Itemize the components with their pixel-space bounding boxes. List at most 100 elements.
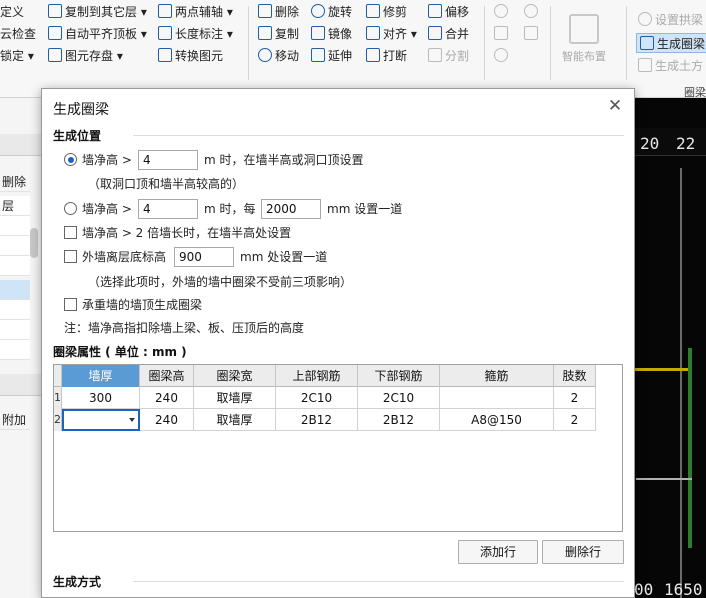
ribbon-two-point-axis[interactable]: 两点辅轴 ▾ [158,2,233,22]
wall-height-input-1[interactable] [138,150,198,170]
ribbon-generate-ring-beam[interactable]: 生成圈梁 [636,33,706,53]
grid-col-bottom-rebar[interactable]: 下部钢筋 [358,365,440,387]
ribbon-mirror[interactable]: 镜像 [311,24,352,44]
grid-col-beam-width[interactable]: 圈梁宽 [194,365,276,387]
grid-cell[interactable]: 2 [554,387,596,409]
ribbon-smart-layout[interactable]: 智能布置 [560,14,608,64]
ribbon-break[interactable]: 打断 [366,46,407,66]
merge-icon [428,26,442,40]
interval-input[interactable] [261,199,321,219]
delete-row-button[interactable]: 删除行 [542,540,624,564]
checkbox-bearing-wall-top-label: 承重墙的墙顶生成圈梁 [82,298,203,312]
ribbon-set-arch-beam[interactable]: 设置拱梁 [638,10,703,30]
copy-icon [258,26,272,40]
left-panel: 删除 层 附加 [0,98,44,598]
list-item[interactable]: 层 [0,196,30,216]
table-row[interactable]: 1 300 240 取墙厚 2C10 2C10 2 [54,387,596,409]
radio-button[interactable] [64,202,77,215]
ribbon-rotate[interactable]: 旋转 [311,2,352,22]
grid-cell[interactable]: 240 [140,409,194,431]
dimension-icon [158,26,172,40]
ribbon-extend[interactable]: 延伸 [311,46,352,66]
ribbon-trim-label: 修剪 [383,5,408,19]
cad-canvas[interactable]: 20 22 00 1650 [632,98,706,598]
ribbon-two-point-axis-label: 两点辅轴 [175,5,224,19]
grid-col-beam-height[interactable]: 圈梁高 [140,365,194,387]
list-item-label: 层 [2,199,15,213]
list-item[interactable] [0,256,30,276]
ribbon-merge[interactable]: 合并 [428,24,469,44]
radio-button[interactable] [64,153,77,166]
convert-icon [158,48,172,62]
checkbox[interactable] [64,250,77,263]
list-item[interactable] [0,320,30,340]
ribbon-group-label: 圈梁 [684,86,706,98]
ribbon-split[interactable]: 分割 [428,46,469,66]
row-number: 1 [54,387,62,409]
ribbon-draw-arc[interactable] [494,46,511,66]
left-panel-add[interactable]: 附加 [0,410,30,430]
option1-note: （取洞口顶和墙半高较高的） [88,177,245,191]
grid-col-wall-thickness[interactable]: 墙厚 [62,365,140,387]
ribbon-trim[interactable]: 修剪 [366,2,407,22]
ribbon-length-dim[interactable]: 长度标注 ▾ [158,24,233,44]
ribbon-lock[interactable]: 锁定 ▾ [0,46,34,66]
ribbon-generate-earth[interactable]: 生成土方 [638,56,703,76]
elevation-input[interactable] [174,247,234,267]
grid-cell[interactable]: 2B12 [358,409,440,431]
grid-cell[interactable]: 取墙厚 [194,387,276,409]
radio-wall-height-interval[interactable]: 墙净高 > [64,199,132,219]
list-item[interactable] [0,216,30,236]
ribbon-move[interactable]: 移动 [258,46,299,66]
grid-cell[interactable]: 2C10 [276,387,358,409]
checkbox[interactable] [64,226,77,239]
chevron-down-icon[interactable] [129,418,135,422]
wall-thickness-dropdown[interactable] [62,409,140,431]
wall-height-input-2[interactable] [138,199,198,219]
ribbon-save-element[interactable]: 图元存盘 ▾ [48,46,123,66]
ribbon-draw-point[interactable] [494,2,511,22]
checkbox[interactable] [64,298,77,311]
ribbon-copy-to-layer[interactable]: 复制到其它层 ▾ [48,2,147,22]
ribbon-align[interactable]: 对齐 ▾ [366,24,417,44]
grid-cell[interactable]: 2C10 [358,387,440,409]
grid-cell[interactable]: 300 [62,387,140,409]
grid-cell[interactable]: 取墙厚 [194,409,276,431]
table-row[interactable]: 2 240 取墙厚 2B12 2B12 A8@150 2 [54,409,596,431]
ribbon-convert[interactable]: 转换图元 [158,46,223,66]
ribbon-cloud-check[interactable]: 云检查 [0,24,36,44]
list-item[interactable] [0,280,30,300]
checkbox-bearing-wall-top[interactable]: 承重墙的墙顶生成圈梁 [64,295,202,315]
left-panel-delete[interactable]: 删除 [0,172,30,192]
grid-cell[interactable]: 2B12 [276,409,358,431]
add-row-button[interactable]: 添加行 [458,540,538,564]
ribbon-lock-label: 锁定 [0,49,25,63]
checkbox-outer-wall-elevation[interactable]: 外墙离层底标高 [64,247,166,267]
close-icon[interactable]: ✕ [606,97,624,115]
left-panel-add-label: 附加 [2,413,27,427]
grid-cell[interactable] [440,387,554,409]
left-panel-scrollbar[interactable] [30,228,38,258]
list-item[interactable] [0,236,30,256]
ribbon-copy[interactable]: 复制 [258,24,299,44]
ribbon-define[interactable]: 定义 [0,2,24,22]
checkbox-double-length-label: 墙净高 > 2 倍墙长时，在墙半高处设置 [82,226,292,240]
list-item[interactable] [0,300,30,320]
grid-cell[interactable]: A8@150 [440,409,554,431]
canvas-line [636,478,692,480]
grid-cell[interactable]: 240 [140,387,194,409]
ribbon-offset[interactable]: 偏移 [428,2,469,22]
radio-wall-height-mid-label: 墙净高 > [82,153,132,167]
radio-wall-height-mid[interactable]: 墙净高 > [64,150,132,170]
grid-cell[interactable]: 2 [554,409,596,431]
grid-col-top-rebar[interactable]: 上部钢筋 [276,365,358,387]
ribbon-delete[interactable]: 删除 [258,2,299,22]
list-item[interactable] [0,340,30,360]
ribbon-draw-rect[interactable] [524,24,541,44]
ribbon-auto-align[interactable]: 自动平齐顶板 ▾ [48,24,147,44]
ribbon-draw-circle[interactable] [524,2,541,22]
grid-col-legs[interactable]: 肢数 [554,365,596,387]
checkbox-double-length[interactable]: 墙净高 > 2 倍墙长时，在墙半高处设置 [64,223,291,243]
grid-col-stirrup[interactable]: 箍筋 [440,365,554,387]
ribbon-draw-line[interactable] [494,24,511,44]
